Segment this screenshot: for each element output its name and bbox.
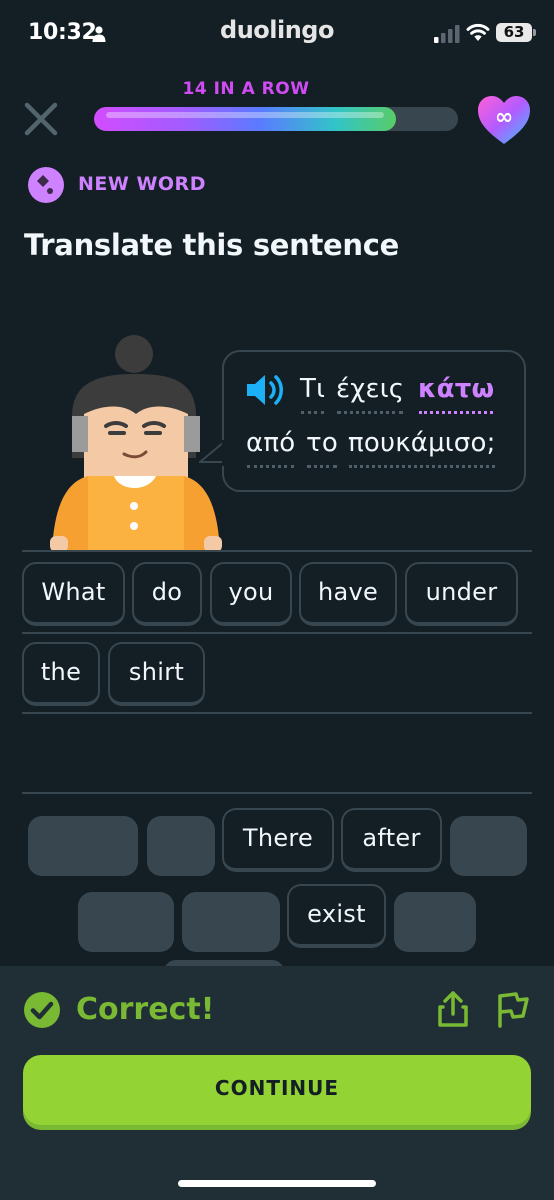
wifi-icon xyxy=(466,23,490,41)
status-bar: 10:32 duolingo 63 xyxy=(0,0,554,68)
sentence-word[interactable]: το xyxy=(306,428,338,468)
battery-icon: 63 xyxy=(496,23,536,42)
home-indicator[interactable] xyxy=(178,1180,376,1187)
result-status: Correct! xyxy=(76,992,215,1027)
exercise-title: Translate this sentence xyxy=(24,228,400,262)
word-bank-chip[interactable]: after xyxy=(341,808,442,872)
signal-icon xyxy=(434,25,460,43)
word-bank-slot xyxy=(394,892,476,952)
word-bank-slot xyxy=(78,892,174,952)
answer-line xyxy=(22,712,532,714)
answer-line xyxy=(22,550,532,552)
word-bank-slot xyxy=(28,816,138,876)
heart-icon[interactable]: ∞ xyxy=(476,94,532,146)
answer-chip[interactable]: have xyxy=(299,562,397,626)
hearts-count: ∞ xyxy=(495,105,513,130)
word-bank-slot xyxy=(182,892,280,952)
answer-chip[interactable]: do xyxy=(132,562,202,626)
speaker-icon[interactable] xyxy=(245,372,287,408)
answer-line xyxy=(22,792,532,794)
new-word-icon xyxy=(28,167,64,203)
check-circle-icon xyxy=(24,992,60,1028)
close-icon[interactable] xyxy=(22,100,60,138)
answer-chip[interactable]: you xyxy=(210,562,292,626)
answer-chip[interactable]: the xyxy=(22,642,100,706)
sentence-word[interactable]: από xyxy=(246,428,295,468)
answer-chip[interactable]: under xyxy=(405,562,518,626)
word-bank-slot xyxy=(147,816,215,876)
continue-button[interactable]: CONTINUE xyxy=(23,1055,531,1125)
speech-bubble-tail xyxy=(199,440,225,466)
sentence-word[interactable]: πουκάμισο; xyxy=(348,428,496,468)
answer-line xyxy=(22,632,532,634)
sentence-word[interactable]: έχεις xyxy=(336,374,404,414)
lesson-progress-bar xyxy=(94,107,458,131)
new-word-label: NEW WORD xyxy=(78,173,206,195)
sentence-word[interactable]: Τι xyxy=(300,374,325,414)
word-bank-chip[interactable]: There xyxy=(222,808,334,872)
word-bank-slot xyxy=(450,816,527,876)
share-icon[interactable] xyxy=(436,990,470,1028)
answer-chip[interactable]: shirt xyxy=(108,642,205,706)
flag-icon[interactable] xyxy=(496,990,530,1028)
character-illustration xyxy=(50,335,222,552)
answer-chip[interactable]: What xyxy=(22,562,125,626)
sentence-word-new[interactable]: κάτω xyxy=(418,374,494,414)
streak-label: 14 IN A ROW xyxy=(182,79,310,99)
word-bank-chip[interactable]: exist xyxy=(287,884,386,948)
lesson-progress-fill xyxy=(94,107,397,131)
